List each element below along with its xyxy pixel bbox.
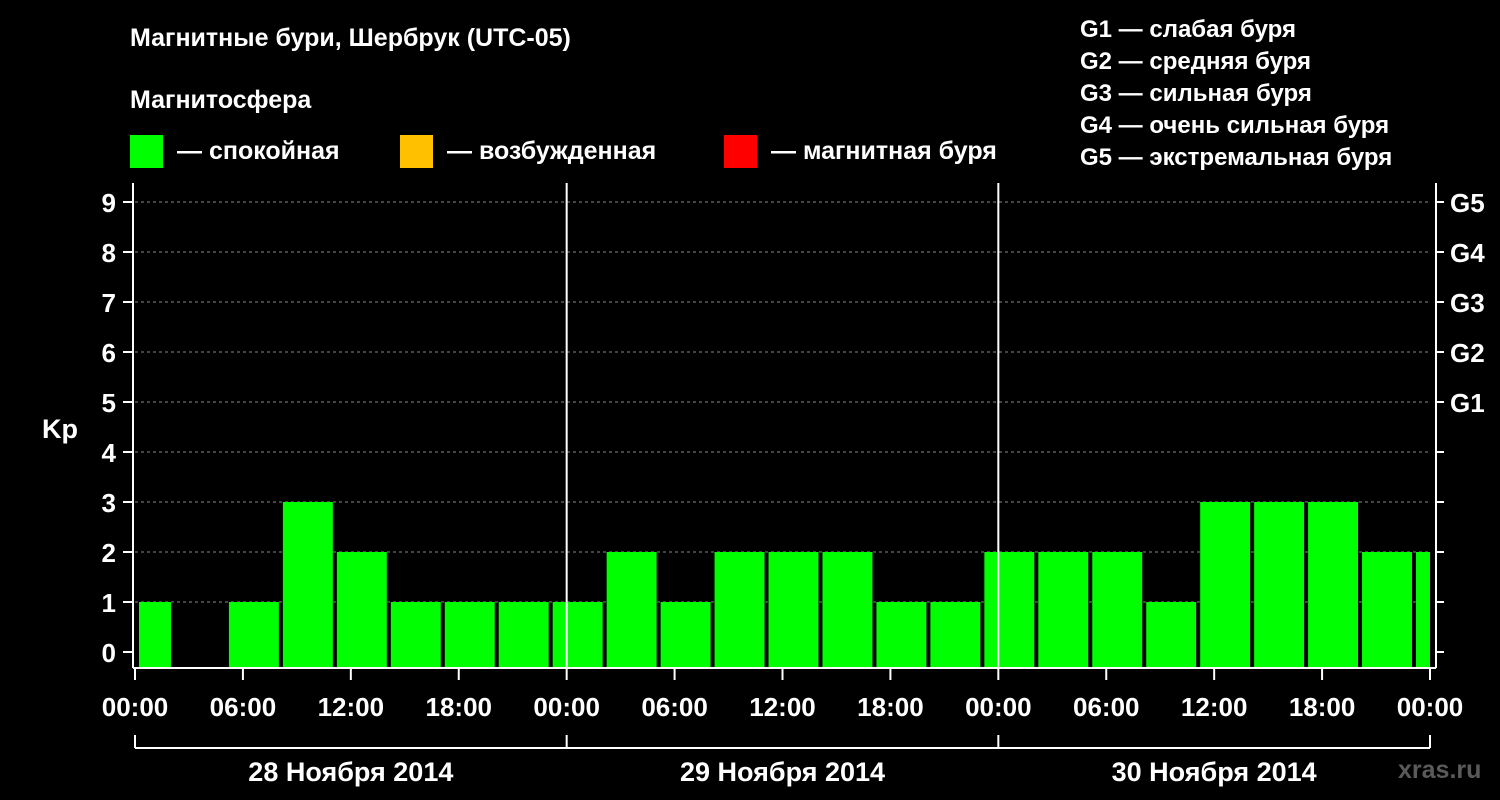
bar-10 xyxy=(660,602,711,668)
x-tick-label-3: 18:00 xyxy=(426,692,493,722)
bar-2 xyxy=(228,602,279,668)
g-axis-label-g2: G2 xyxy=(1450,338,1485,368)
y-tick-label-1: 1 xyxy=(102,588,116,618)
y-tick-label-5: 5 xyxy=(102,388,116,418)
day-label-2: 30 Ноября 2014 xyxy=(1112,757,1317,787)
bar-4 xyxy=(336,552,387,668)
x-tick-label-6: 12:00 xyxy=(749,692,816,722)
kp-chart: 0 1 2 3 4 5 6 7 8 9 Kp G1 G2 G3 G4 G5 00:00 06:00 12:00 18:… xyxy=(42,183,1485,787)
bar-13 xyxy=(822,552,873,668)
bar-21 xyxy=(1254,502,1305,668)
bar-7 xyxy=(498,602,549,668)
bar-15 xyxy=(930,602,981,668)
x-tick-label-10: 12:00 xyxy=(1181,692,1248,722)
bar-5 xyxy=(390,602,441,668)
bar-6 xyxy=(444,602,495,668)
bar-23 xyxy=(1362,552,1413,668)
x-tick-label-8: 00:00 xyxy=(965,692,1032,722)
g-axis-label-g5: G5 xyxy=(1450,188,1485,218)
bar-17 xyxy=(1038,552,1089,668)
x-tick-label-12: 00:00 xyxy=(1397,692,1464,722)
y-tick-label-7: 7 xyxy=(102,288,116,318)
bar-9 xyxy=(606,552,657,668)
x-tick-label-2: 12:00 xyxy=(318,692,385,722)
bar-22 xyxy=(1308,502,1359,668)
g-axis-label-g1: G1 xyxy=(1450,388,1485,418)
bar-11 xyxy=(714,552,765,668)
bar-24 xyxy=(1416,552,1430,668)
y-tick-label-9: 9 xyxy=(102,188,116,218)
x-tick-label-5: 06:00 xyxy=(641,692,708,722)
x-tick-label-1: 06:00 xyxy=(210,692,277,722)
day-label-1: 29 Ноября 2014 xyxy=(680,757,885,787)
y-axis-title: Kp xyxy=(42,414,78,444)
x-tick-label-0: 00:00 xyxy=(102,692,169,722)
bar-18 xyxy=(1092,552,1143,668)
bar-19 xyxy=(1146,602,1197,668)
day-label-0: 28 Ноября 2014 xyxy=(248,757,453,787)
y-tick-label-8: 8 xyxy=(102,238,116,268)
y-tick-label-0: 0 xyxy=(102,638,116,668)
bar-16 xyxy=(984,552,1035,668)
bar-3 xyxy=(282,502,333,668)
bar-8 xyxy=(552,602,603,668)
x-tick-label-4: 00:00 xyxy=(533,692,600,722)
g-axis-label-g3: G3 xyxy=(1450,288,1485,318)
y-tick-label-3: 3 xyxy=(102,488,116,518)
bar-0 xyxy=(139,602,171,668)
bar-14 xyxy=(876,602,927,668)
bar-12 xyxy=(768,552,819,668)
y-tick-label-4: 4 xyxy=(102,438,117,468)
x-tick-label-9: 06:00 xyxy=(1073,692,1140,722)
y-tick-label-6: 6 xyxy=(102,338,116,368)
x-tick-label-7: 18:00 xyxy=(857,692,924,722)
bar-20 xyxy=(1200,502,1251,668)
y-tick-label-2: 2 xyxy=(102,538,116,568)
site-watermark: xras.ru xyxy=(1398,756,1482,784)
g-axis-label-g4: G4 xyxy=(1450,238,1485,268)
x-tick-label-11: 18:00 xyxy=(1289,692,1356,722)
